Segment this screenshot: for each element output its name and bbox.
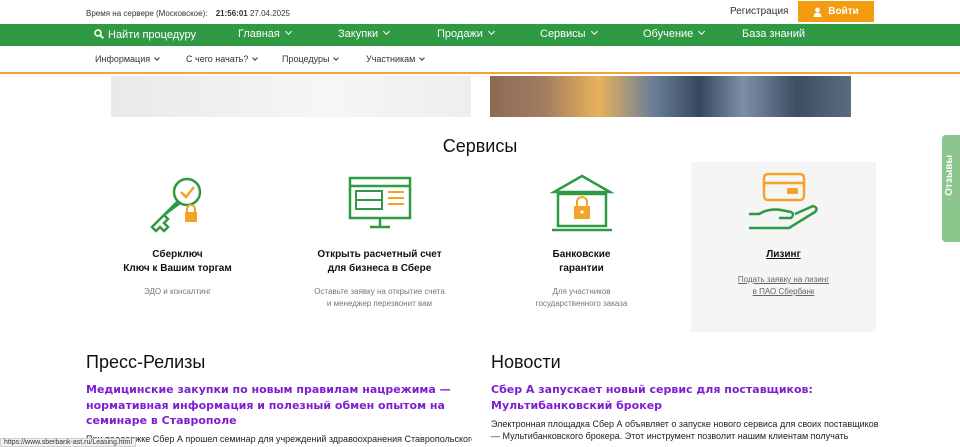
nav-find-procedure[interactable]: Найти процедуру [94,28,196,41]
nav-services[interactable]: Сервисы [540,27,598,40]
server-date-value: 27.04.2025 [249,9,290,18]
service-leasing[interactable]: Лизинг Подать заявку на лизинг в ПАО Сбер… [691,162,876,332]
service-desc-line-2: в ПАО Сбербанк [752,287,815,296]
subnav-information-label: Информация [95,54,151,64]
service-desc-line-1: Для участников [552,287,611,296]
nav-knowledge-base[interactable]: База знаний [742,28,805,40]
service-desc-line-2: государственного заказа [535,299,628,308]
press-text: При поддержке Сбер А прошел семинар для … [86,434,472,444]
service-name-line-1: Сберключ [152,249,203,260]
press-headline-line-3: семинаре в Ставрополе [86,414,237,427]
nav-training-label: Обучение [643,28,694,40]
server-time-value: 21:56:01 [215,9,248,18]
service-name: Открыть расчетный счет для бизнеса в Сбер… [287,248,472,276]
service-desc: Подать заявку на лизинг в ПАО Сбербанк [691,274,876,298]
main-nav: Найти процедуру Главная Закупки Продажи … [0,24,960,46]
service-desc-line-1: Подать заявку на лизинг [737,275,830,284]
news-headline-line-2: Мультибанковский брокер [491,398,663,412]
service-name: Сберключ Ключ к Вашим торгам [85,248,270,276]
nav-knowledge-base-label: База знаний [742,28,806,40]
status-bar-url: https://www.sberbank-ast.ru/Leasing.html [0,438,137,447]
chevron-down-icon [284,27,292,36]
news-text-line-2: — Мультибанковского брокера. Этот инстру… [491,431,849,441]
server-time: Время на сервере (Московское): 21:56:01 … [86,9,290,18]
feedback-label: Отзывы [944,155,955,196]
nav-services-label: Сервисы [540,28,586,40]
chevron-down-icon [154,55,160,61]
service-name-line-1: Лизинг [766,249,801,260]
press-headline-line-2: нормативная информация и полезный обмен … [86,398,445,412]
top-bar: Время на сервере (Московское): 21:56:01 … [0,0,960,24]
press-releases-title: Пресс-Релизы [86,352,206,372]
news-headline-line-1: Сбер А запускает новый сервис для постав… [491,383,813,396]
register-link[interactable]: Регистрация [730,6,788,17]
banner-image-right[interactable] [490,76,851,117]
service-name: Банковские гарантии [489,248,674,276]
service-name-line-1: Открыть расчетный счет [317,249,442,260]
nav-main[interactable]: Главная [238,27,292,40]
service-desc-line-1: ЭДО и консалтинг [143,287,212,296]
monitor-icon [348,176,411,229]
service-name-line-2: Ключ к Вашим торгам [123,263,232,274]
subnav-participants[interactable]: Участникам [366,54,426,64]
nav-purchases-label: Закупки [338,28,379,40]
page: Время на сервере (Московское): 21:56:01 … [0,0,960,447]
service-desc: Оставьте заявку на открытие счета и менед… [287,286,472,310]
service-open-account[interactable]: Открыть расчетный счет для бизнеса в Сбер… [287,162,472,332]
chevron-down-icon [383,27,391,36]
chevron-down-icon [698,27,706,36]
banner-image-left[interactable] [111,76,471,117]
service-desc: ЭДО и консалтинг [85,286,270,298]
nav-sales-label: Продажи [437,28,483,40]
key-icon [149,177,201,233]
search-icon [94,29,104,39]
chevron-down-icon [333,55,340,61]
service-desc: Для участников государственного заказа [489,286,674,310]
subnav-participants-label: Участникам [366,54,416,64]
service-bank-guarantees[interactable]: Банковские гарантии Для участников государ… [489,162,674,332]
server-time-label: Время на сервере (Московское): [86,9,208,18]
chevron-down-icon [487,27,495,36]
chevron-down-icon [419,55,426,61]
subnav-getting-started-label: С чего начать? [186,54,249,64]
chevron-down-icon [252,55,259,61]
chevron-down-icon [590,27,598,36]
service-name-line-2: гарантии [559,263,604,274]
nav-main-label: Главная [238,28,280,40]
subnav-procedures[interactable]: Процедуры [282,54,340,64]
user-icon [813,7,822,17]
nav-sales[interactable]: Продажи [437,27,495,40]
service-desc-line-1: Оставьте заявку на открытие счета [314,287,445,296]
hand-card-icon [748,172,818,230]
service-desc-line-2: и менеджер перезвонит вам [326,299,433,308]
subnav-procedures-label: Процедуры [282,54,330,64]
subnav-getting-started[interactable]: С чего начать? [186,54,259,64]
nav-training[interactable]: Обучение [643,27,706,40]
service-name-line-2: для бизнеса в Сбере [327,263,432,274]
nav-purchases[interactable]: Закупки [338,27,391,40]
service-name: Лизинг [691,248,876,262]
subnav-information[interactable]: Информация [95,54,160,64]
bank-icon [549,174,614,232]
news-headline-link[interactable]: Сбер А запускает новый сервис для постав… [491,382,871,413]
login-button[interactable]: Войти [798,1,874,22]
news-text-line-1: Электронная площадка Сбер А объявляет о … [491,419,879,429]
sub-nav: Информация С чего начать? Процедуры Учас… [0,46,960,74]
service-name-line-1: Банковские [552,249,611,260]
feedback-tab[interactable]: Отзывы [942,135,960,242]
login-label: Войти [828,6,859,17]
services-title: Сервисы [442,136,518,156]
press-headline-line-1: Медицинские закупки по новым правилам на… [86,383,451,396]
news-text: Электронная площадка Сбер А объявляет о … [491,418,879,442]
press-headline-link[interactable]: Медицинские закупки по новым правилам на… [86,382,466,429]
nav-find-procedure-label: Найти процедуру [108,29,196,41]
service-sberkey[interactable]: Сберключ Ключ к Вашим торгам ЭДО и консал… [85,162,270,332]
news-title: Новости [491,352,561,372]
